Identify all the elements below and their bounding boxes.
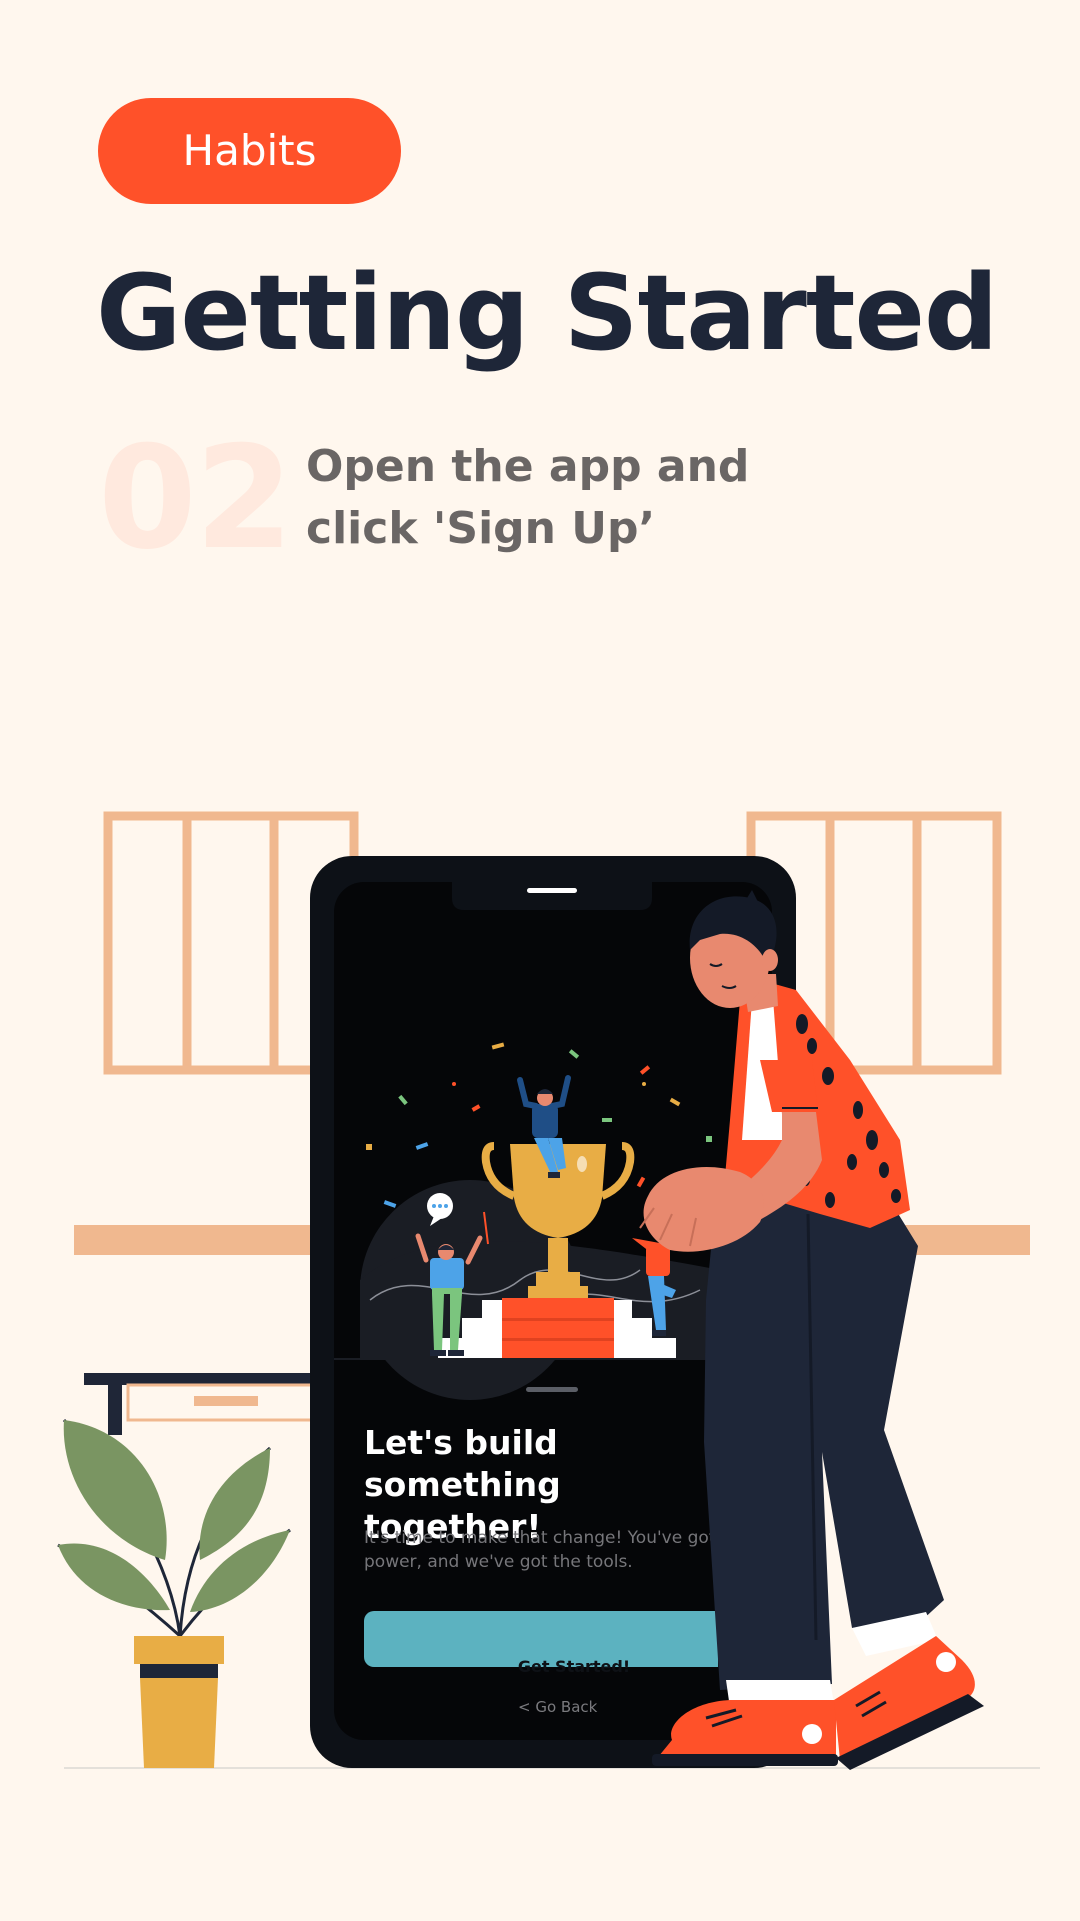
side-table-top <box>84 1373 314 1385</box>
sheet-body: It's time to make that change! You've go… <box>364 1528 718 1572</box>
get-started-label: Get Started! <box>517 1657 631 1676</box>
plant-illustration <box>57 1418 291 1768</box>
get-started-button[interactable]: Get Started! <box>364 1611 718 1676</box>
go-back-link[interactable]: < Go Back <box>518 1698 597 1716</box>
onboarding-sheet: Let's build something together! It's tim… <box>338 1358 718 1738</box>
getting-started-page: Habits Getting Started 02 Open the app a… <box>0 0 1080 1921</box>
